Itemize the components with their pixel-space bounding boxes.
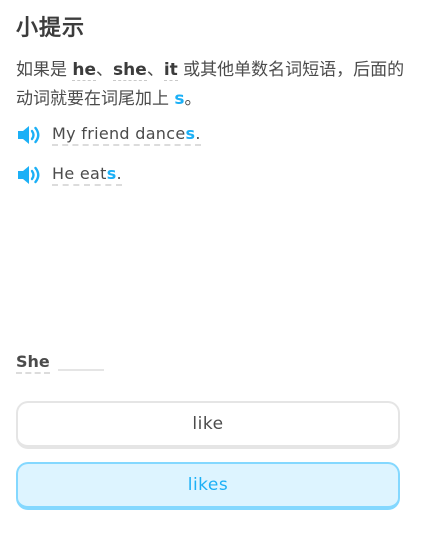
example-text[interactable]: My friend dances. [52,124,201,146]
tip-separator: 、 [96,60,114,80]
answer-blank [57,369,104,371]
speaker-icon[interactable] [16,123,42,147]
example-text[interactable]: He eats. [52,164,122,186]
choice-likes-button[interactable]: likes [16,462,400,510]
speaker-icon[interactable] [16,163,42,187]
example-base: He eat [52,164,107,183]
tip-end: 。 [184,89,202,109]
example-base: My friend dance [52,124,186,143]
example-sentence-1: My friend dances. [16,122,201,148]
page-title: 小提示 [16,16,86,41]
tip-word-he[interactable]: he [72,60,97,81]
prompt-word[interactable]: She [16,352,50,374]
example-end: . [195,124,201,143]
tip-word-it[interactable]: it [163,60,178,81]
tip-separator: 、 [146,60,164,80]
example-end: . [116,164,122,183]
tip-text: 如果是 he、she、it 或其他单数名词短语，后面的动词就要在词尾加上 s。 [16,56,406,114]
choice-like-button[interactable]: like [16,401,400,449]
example-suffix: s [185,124,196,143]
tip-prefix: 如果是 [16,60,73,80]
fill-in-prompt: She [16,352,104,374]
tip-suffix-letter: s [174,89,185,109]
example-suffix: s [106,164,117,183]
tip-word-she[interactable]: she [113,60,147,81]
example-sentence-2: He eats. [16,162,122,188]
